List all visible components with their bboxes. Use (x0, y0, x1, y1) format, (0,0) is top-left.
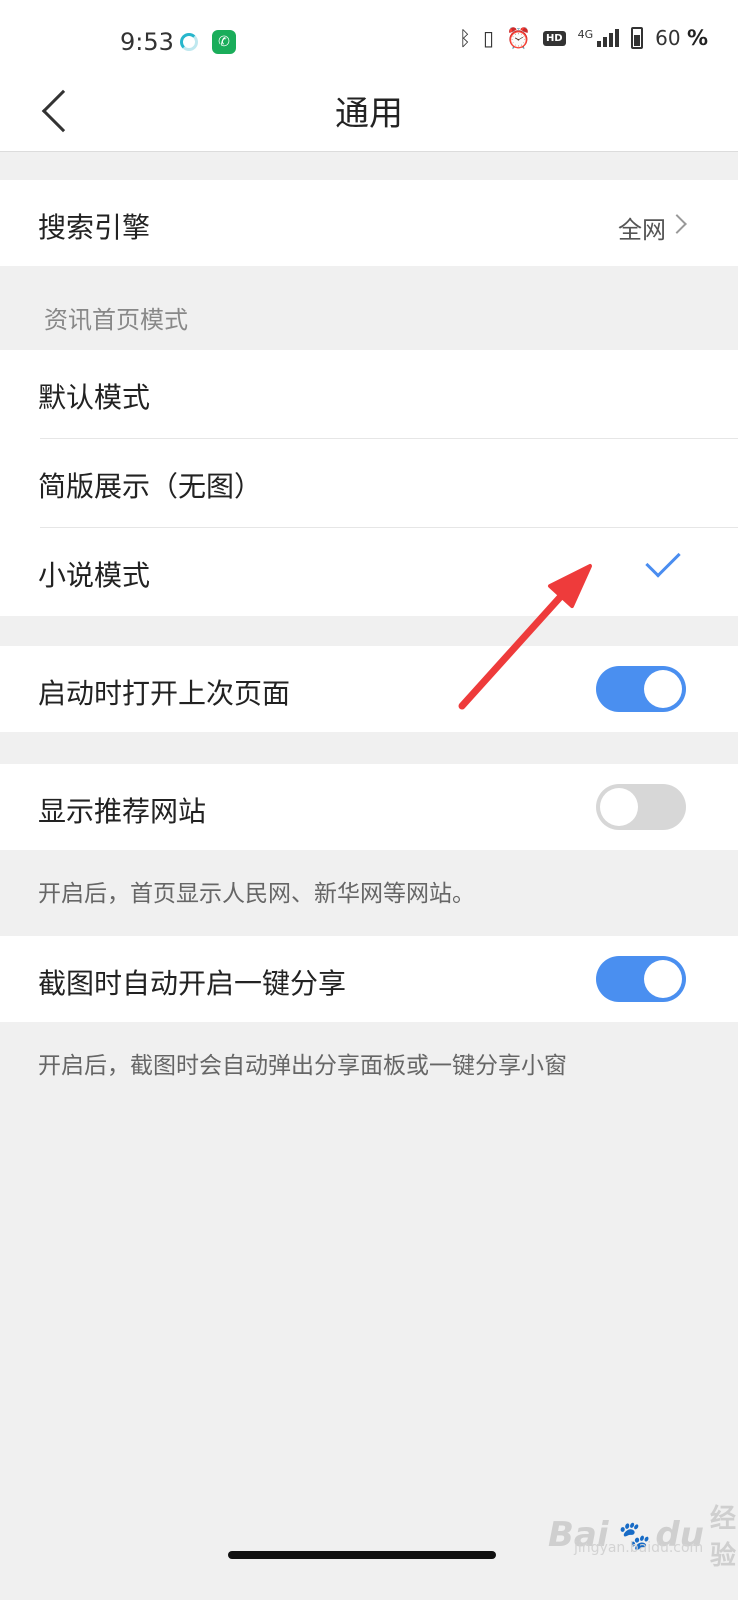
annotation-arrow (458, 564, 592, 710)
home-indicator[interactable] (228, 1551, 496, 1559)
annotation-arrow-shaft (458, 580, 576, 710)
watermark-cn: 经验 (709, 1504, 736, 1571)
watermark-url: jingyan.baidu.com (574, 1540, 704, 1556)
baidu-watermark: Bai 🐾 du 经验 (548, 1498, 738, 1572)
